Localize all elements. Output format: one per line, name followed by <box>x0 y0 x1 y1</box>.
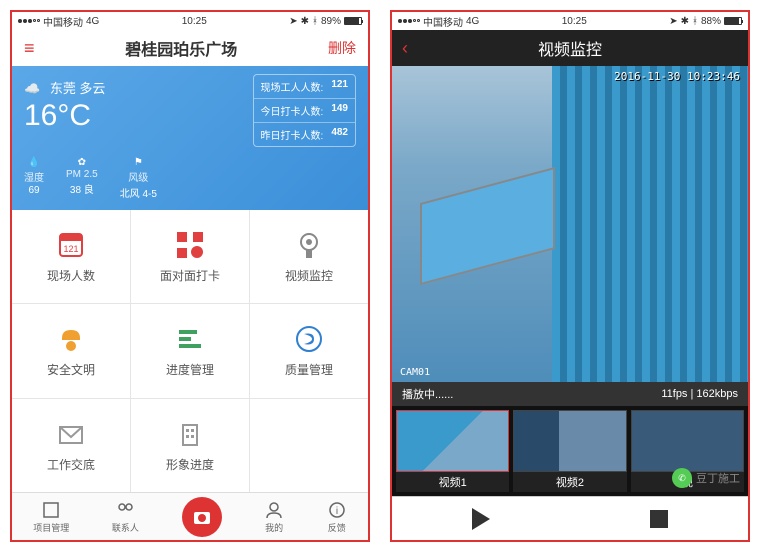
grid-safety[interactable]: 安全文明 <box>12 304 130 397</box>
grid-progress[interactable]: 进度管理 <box>131 304 249 397</box>
video-viewport[interactable]: 2016-11-30 10:23:46 CAM01 播放中...... 11fp… <box>392 66 748 406</box>
menu-icon[interactable]: ≡ <box>24 38 35 59</box>
weather-panel: ☁️ 东莞 多云 16°C 现场工人人数:121 今日打卡人数:149 昨日打卡… <box>12 66 368 210</box>
svg-text:121: 121 <box>63 244 78 254</box>
back-button[interactable]: ‹ <box>402 38 408 59</box>
carrier-label: 中国移动 <box>423 14 463 29</box>
play-button[interactable] <box>472 508 490 530</box>
grid-handover[interactable]: 工作交底 <box>12 399 130 492</box>
playback-status: 播放中...... <box>402 386 453 402</box>
status-bar: 中国移动 4G 10:25 ➤ ✱ ᚼ 88% <box>392 12 748 30</box>
network-label: 4G <box>86 16 99 27</box>
page-title: 视频监控 <box>538 36 602 60</box>
thumb-video1[interactable]: 视频1 <box>396 410 509 492</box>
camera-id: CAM01 <box>400 367 430 378</box>
camera-button[interactable] <box>182 497 222 537</box>
tab-projects[interactable]: 项目管理 <box>33 500 69 534</box>
playback-info: 11fps | 162kbps <box>661 388 738 400</box>
grid-quality[interactable]: 质量管理 <box>250 304 368 397</box>
signal-dots-icon <box>398 19 420 23</box>
battery-pct: 88% <box>701 16 721 27</box>
grid-video[interactable]: 视频监控 <box>250 210 368 303</box>
tab-contacts[interactable]: 联系人 <box>112 500 139 534</box>
stat-row: 今日打卡人数:149 <box>254 99 355 123</box>
clock-label: 10:25 <box>562 16 587 27</box>
watermark: ✆ 豆丁施工 <box>672 468 740 488</box>
page-title: 碧桂园珀乐广场 <box>125 36 237 60</box>
bluetooth-icon: ᚼ <box>312 16 318 27</box>
grid-workers[interactable]: 121现场人数 <box>12 210 130 303</box>
battery-icon <box>724 17 742 25</box>
delete-button[interactable]: 删除 <box>328 38 356 58</box>
pm25-metric: ✿PM 2.538 良 <box>66 157 98 200</box>
stat-row: 现场工人人数:121 <box>254 75 355 99</box>
wechat-icon: ✆ <box>672 468 692 488</box>
status-bar: 中国移动 4G 10:25 ➤ ✱ ᚼ 89% <box>12 12 368 30</box>
location-icon: ➤ <box>289 16 297 27</box>
carrier-label: 中国移动 <box>43 14 83 29</box>
weather-location: 东莞 多云 <box>50 81 106 96</box>
humidity-metric: 💧湿度69 <box>24 157 44 200</box>
nav-bar: ‹ 视频监控 <box>392 30 748 66</box>
playback-controls: ✆ 豆丁施工 <box>392 496 748 540</box>
tab-mine[interactable]: 我的 <box>264 500 284 534</box>
feature-grid: 121现场人数 面对面打卡 视频监控 安全文明 进度管理 质量管理 工作交底 形… <box>12 210 368 492</box>
stat-row: 昨日打卡人数:482 <box>254 123 355 146</box>
phone-right: 中国移动 4G 10:25 ➤ ✱ ᚼ 88% ‹ 视频监控 2016-11-3… <box>390 10 750 542</box>
grid-checkin[interactable]: 面对面打卡 <box>131 210 249 303</box>
clock-label: 10:25 <box>182 16 207 27</box>
worker-stats: 现场工人人数:121 今日打卡人数:149 昨日打卡人数:482 <box>253 74 356 147</box>
wind-metric: ⚑风级北风 4-5 <box>120 157 157 200</box>
signal-dots-icon <box>18 19 40 23</box>
tab-feedback[interactable]: i反馈 <box>327 500 347 534</box>
network-label: 4G <box>466 16 479 27</box>
weather-icon: ☁️ <box>24 81 40 97</box>
stop-button[interactable] <box>650 510 668 528</box>
bluetooth-icon: ᚼ <box>692 16 698 27</box>
location-icon: ➤ <box>669 16 677 27</box>
grid-empty <box>250 399 368 492</box>
thumb-video2[interactable]: 视频2 <box>513 410 626 492</box>
phone-left: 中国移动 4G 10:25 ➤ ✱ ᚼ 89% ≡ 碧桂园珀乐广场 删除 ☁️ … <box>10 10 370 542</box>
battery-icon <box>344 17 362 25</box>
weather-temp: 16°C <box>24 99 105 133</box>
tab-bar: 项目管理 联系人 我的 i反馈 <box>12 492 368 540</box>
video-timestamp: 2016-11-30 10:23:46 <box>614 70 740 83</box>
battery-pct: 89% <box>321 16 341 27</box>
svg-text:i: i <box>336 506 338 517</box>
grid-image-progress[interactable]: 形象进度 <box>131 399 249 492</box>
nav-bar: ≡ 碧桂园珀乐广场 删除 <box>12 30 368 66</box>
